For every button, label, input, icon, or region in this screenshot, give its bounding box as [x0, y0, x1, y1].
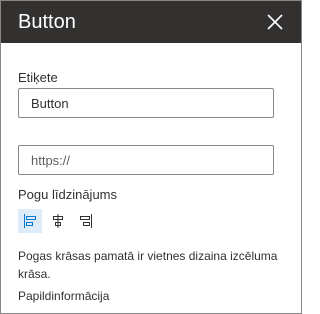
align-right-button[interactable] [74, 209, 98, 233]
panel-title: Button [18, 11, 76, 33]
alignment-label: Pogu līdzinājums [18, 187, 117, 202]
align-left-button[interactable] [18, 209, 42, 233]
alignment-options [18, 209, 98, 233]
close-button[interactable] [263, 10, 287, 34]
align-center-button[interactable] [46, 209, 70, 233]
align-center-icon [53, 214, 63, 228]
close-icon [267, 14, 283, 30]
panel-header: Button [1, 1, 301, 43]
label-input[interactable] [18, 88, 274, 118]
link-input[interactable] [18, 145, 274, 175]
button-properties-panel: Button Etiķete Pogu līdzinājums [0, 0, 302, 314]
label-field-label: Etiķete [18, 70, 58, 85]
align-right-icon [80, 214, 92, 228]
button-color-description: Pogas krāsas pamatā ir vietnes dizaina i… [18, 249, 278, 281]
more-info-link[interactable]: Papildinformācija [18, 289, 109, 303]
align-left-icon [24, 214, 36, 228]
